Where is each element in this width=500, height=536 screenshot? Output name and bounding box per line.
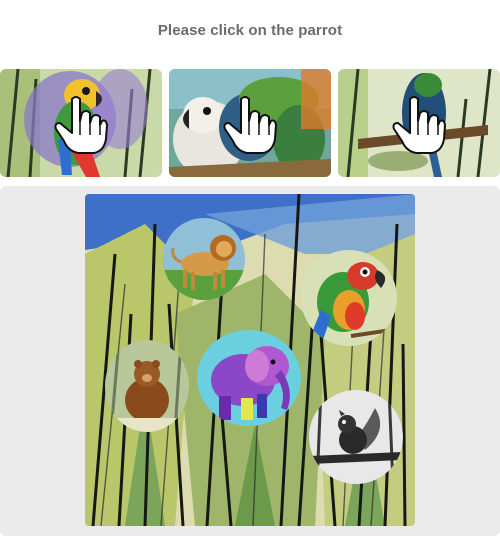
challenge-image[interactable] bbox=[85, 194, 415, 526]
pointer-hand-icon bbox=[223, 96, 277, 154]
example-image-3 bbox=[338, 69, 500, 177]
choice-bear[interactable] bbox=[105, 340, 189, 432]
pointer-hand-icon bbox=[392, 96, 446, 154]
squirrel-illustration bbox=[309, 390, 403, 484]
example-image-1 bbox=[0, 69, 162, 177]
choice-lion[interactable] bbox=[163, 218, 245, 300]
choice-parrot[interactable] bbox=[301, 250, 397, 346]
example-images-row bbox=[0, 69, 500, 177]
lion-illustration bbox=[163, 218, 245, 300]
parrot-illustration bbox=[301, 250, 397, 346]
captcha-instruction: Please click on the parrot bbox=[157, 22, 343, 39]
example-image-2 bbox=[169, 69, 331, 177]
pointer-hand-icon bbox=[54, 96, 108, 154]
elephant-illustration bbox=[197, 330, 301, 426]
captcha-widget: Please click on the parrot bbox=[0, 0, 500, 536]
choice-elephant[interactable] bbox=[197, 330, 301, 426]
choice-squirrel[interactable] bbox=[309, 390, 403, 484]
bear-illustration bbox=[105, 340, 189, 432]
